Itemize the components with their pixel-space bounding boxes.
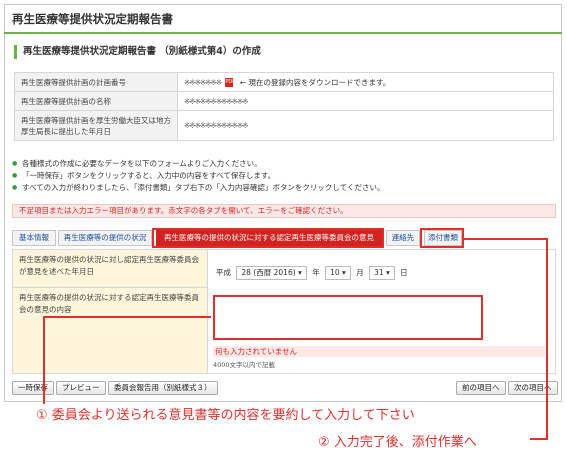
list-item: 「一時保存」ボタンをクリックすると、入力中の内容をすべて保存します。	[12, 170, 384, 182]
submission-date-cell: ※※※※※※※※※※※※	[177, 110, 554, 141]
committee-report-button[interactable]: 委員会報告用（別紙様式３）	[108, 381, 218, 395]
plan-name-value: ※※※※※※※※※※※※	[184, 96, 248, 106]
annotation-line-1-h	[43, 316, 211, 318]
year-select-value: 28 (西暦 2016)	[241, 268, 296, 277]
preview-button[interactable]: プレビュー	[56, 381, 106, 395]
tab-provision-status[interactable]: 再生医療等の提供の状況	[58, 230, 152, 246]
highlight-attach-tab	[420, 228, 464, 248]
annotation-line-2-end	[530, 438, 548, 440]
table-row: 再生医療等提供計画を厚生労働大臣又は地方厚生局長に提出した年月日 ※※※※※※※…	[14, 110, 554, 141]
opinion-error: 何も入力されていません	[213, 346, 545, 357]
annotation-line-2-h	[464, 238, 548, 240]
title-rule	[4, 32, 562, 34]
plan-number-value: ※※※※※※※	[184, 77, 222, 87]
download-note: ← 現在の登録内容をダウンロードできます。	[239, 77, 391, 87]
submission-date-label: 再生医療等提供計画を厚生労働大臣又は地方厚生局長に提出した年月日	[14, 110, 178, 141]
list-item: 各種様式の作成に必要なデータを以下のフォームよりご入力ください。	[12, 158, 384, 170]
opinion-form: 再生医療等の提供の状況に対し認定再生医療等委員会が意見を述べた年月日 平成 28…	[12, 249, 556, 374]
era-label: 平成	[216, 268, 231, 277]
plan-number-label: 再生医療等提供計画の計画番号	[14, 72, 178, 92]
day-unit: 日	[400, 268, 408, 277]
opinion-date-row: 平成 28 (西暦 2016) ▾ 年 10 ▾ 月 31 ▾ 日	[216, 266, 408, 280]
pdf-download-icon[interactable]: PDF	[225, 78, 235, 87]
day-select[interactable]: 31 ▾	[369, 266, 395, 280]
next-button[interactable]: 次の項目へ	[508, 381, 558, 395]
month-select-value: 10	[330, 268, 340, 277]
plan-name-label: 再生医療等提供計画の名称	[14, 91, 178, 111]
annotation-1: ① 委員会より送られる意見書等の内容を要約して入力して下さい	[36, 408, 415, 423]
year-select[interactable]: 28 (西暦 2016) ▾	[236, 266, 307, 280]
prev-button[interactable]: 前の項目へ	[456, 381, 506, 395]
table-row: 再生医療等提供計画の計画番号 ※※※※※※※ PDF ← 現在の登録内容をダウン…	[14, 72, 554, 92]
list-item: すべての入力が終わりましたら、「添付書類」タブ右下の「入力内容確認」ボタンをクリ…	[12, 182, 384, 194]
day-select-value: 31	[374, 268, 384, 277]
month-select[interactable]: 10 ▾	[325, 266, 351, 280]
instruction-list: 各種様式の作成に必要なデータを以下のフォームよりご入力ください。 「一時保存」ボ…	[12, 158, 384, 194]
annotation-line-2	[546, 238, 548, 440]
page-title: 再生医療等提供状況定期報告書	[12, 12, 173, 26]
opinion-date-label: 再生医療等の提供の状況に対し認定再生医療等委員会が意見を述べた年月日	[13, 250, 208, 287]
opinion-textarea[interactable]	[213, 295, 483, 340]
save-button[interactable]: 一時保存	[12, 381, 54, 395]
table-row: 再生医療等提供計画の名称 ※※※※※※※※※※※※	[14, 91, 554, 111]
plan-name-cell: ※※※※※※※※※※※※	[177, 91, 554, 111]
month-unit: 月	[356, 268, 364, 277]
tab-basic-info[interactable]: 基本情報	[12, 230, 56, 246]
tab-contact[interactable]: 連絡先	[386, 230, 420, 246]
annotation-line-1	[43, 316, 45, 404]
char-limit-note: 4000文字以内で記載	[213, 361, 276, 369]
section-heading: 再生医療等提供状況定期報告書 （別紙様式第4）の作成	[14, 45, 261, 59]
highlight-opinion-tab	[152, 228, 384, 248]
plan-info-table: 再生医療等提供計画の計画番号 ※※※※※※※ PDF ← 現在の登録内容をダウン…	[14, 72, 554, 141]
plan-number-cell: ※※※※※※※ PDF ← 現在の登録内容をダウンロードできます。	[177, 72, 554, 92]
annotation-2: ② 入力完了後、添付作業へ	[318, 435, 477, 450]
year-unit: 年	[312, 268, 320, 277]
submission-date-value: ※※※※※※※※※※※※	[184, 121, 248, 130]
error-banner: 不足項目または入力エラー項目があります。赤文字の各タブを開いて、エラーをご確認く…	[12, 204, 556, 218]
